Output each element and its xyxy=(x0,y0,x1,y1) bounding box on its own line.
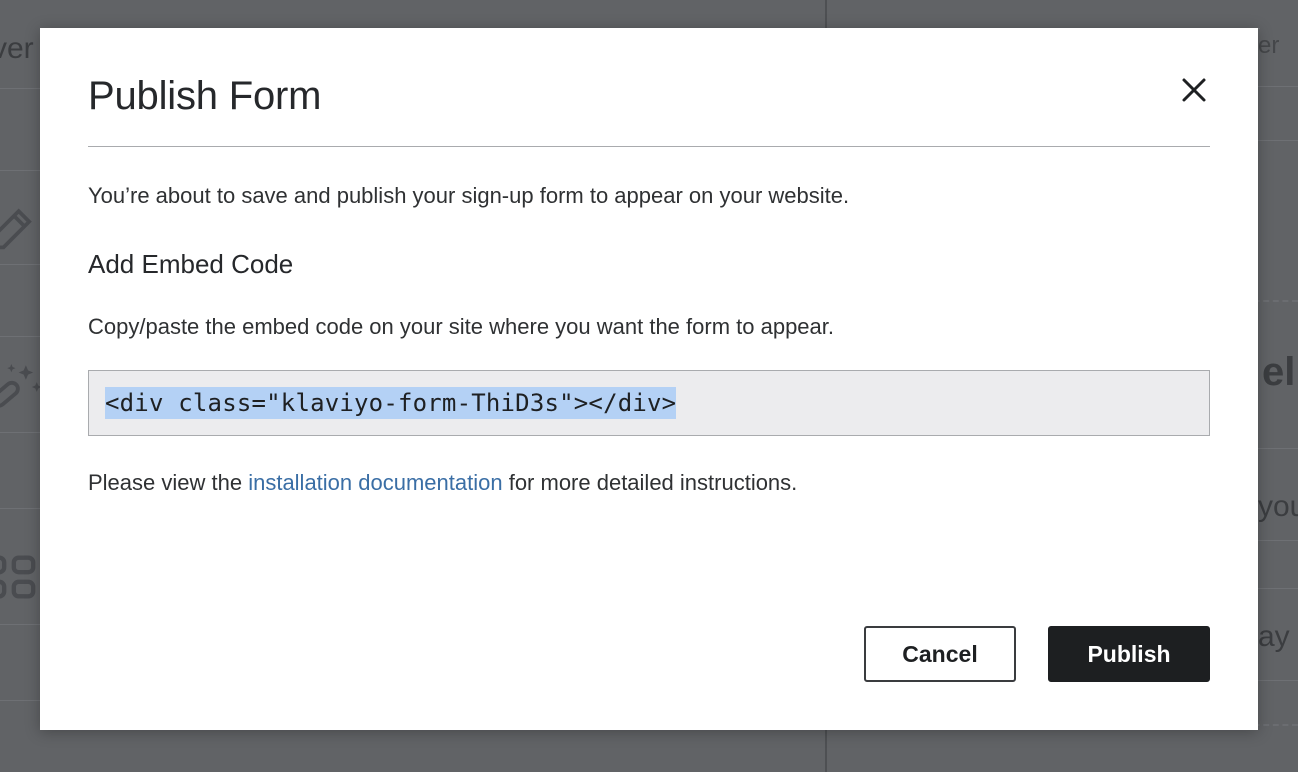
publish-form-dialog: Publish Form You’re about to save and pu… xyxy=(40,28,1258,730)
background-text-fragment: you xyxy=(1258,490,1298,523)
documentation-line: Please view the installation documentati… xyxy=(88,468,1210,498)
header-divider xyxy=(88,146,1210,147)
publish-button[interactable]: Publish xyxy=(1048,626,1210,682)
dialog-body: You’re about to save and publish your si… xyxy=(40,181,1258,497)
background-text-fragment: ay xyxy=(1258,620,1290,653)
cancel-button[interactable]: Cancel xyxy=(864,626,1016,682)
embed-code-description: Copy/paste the embed code on your site w… xyxy=(88,313,835,339)
magic-wand-icon xyxy=(0,358,44,416)
embed-code-box[interactable]: <div class="klaviyo-form-ThiD3s"></div> xyxy=(88,369,1210,436)
page-title: Publish Form xyxy=(88,74,322,118)
close-icon[interactable] xyxy=(1170,66,1218,114)
intro-text: You’re about to save and publish your si… xyxy=(88,183,850,208)
dialog-footer: Cancel Publish xyxy=(864,626,1210,682)
installation-documentation-link[interactable]: installation documentation xyxy=(248,470,502,495)
section-title-embed-code: Add Embed Code xyxy=(88,248,294,279)
pencil-icon xyxy=(0,196,42,252)
embed-code-text[interactable]: <div class="klaviyo-form-ThiD3s"></div> xyxy=(105,386,677,419)
background-text-fragment: ell xyxy=(1262,350,1298,394)
dialog-header: Publish Form xyxy=(40,28,1258,118)
background-text-fragment: er xyxy=(1258,32,1280,59)
blocks-grid-icon xyxy=(0,548,38,606)
documentation-line-prefix: Please view the xyxy=(88,469,249,495)
documentation-line-suffix: for more detailed instructions. xyxy=(502,469,798,495)
background-text-fragment: ver xyxy=(0,32,34,65)
